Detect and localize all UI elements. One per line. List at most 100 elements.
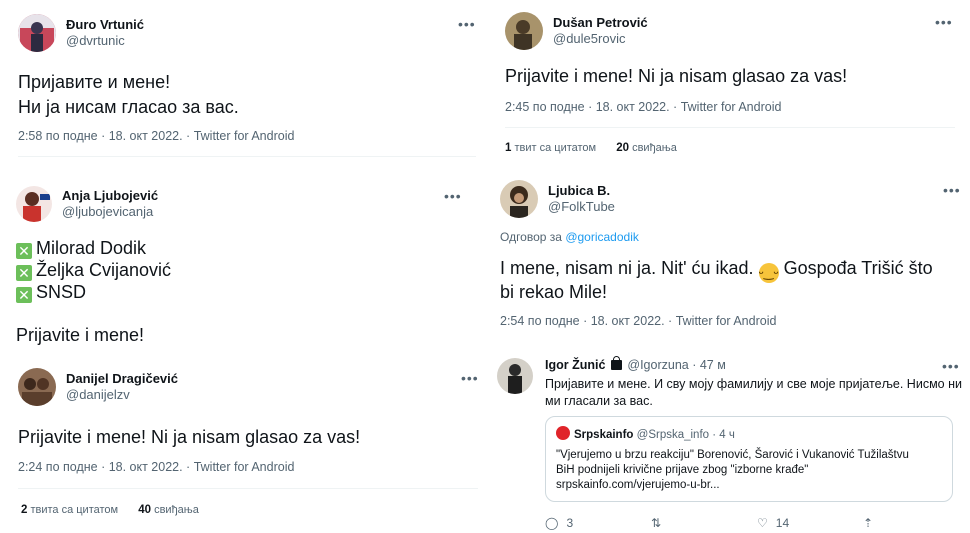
tweet-header: Igor Žunić @Igorzuna · 47 м <box>545 356 726 372</box>
author-name[interactable]: Igor Žunić <box>545 358 605 372</box>
more-options-icon[interactable]: ••• <box>444 188 462 204</box>
share-icon: ⇡ <box>863 516 874 530</box>
tweet-text-line-2: Ни ја нисам гласао за вас. <box>18 97 239 117</box>
list-item-text: Željka Cvijanović <box>36 260 172 280</box>
tweet-meta[interactable]: 2:54 по подне · 18. окт 2022. · Twitter … <box>500 314 776 328</box>
tweet-text: Prijavite i mene! <box>16 325 145 345</box>
tweet-ljubica-b[interactable]: Ljubica B. @FolkTube ••• Одговор за @gor… <box>500 180 960 340</box>
tweet-header: Đuro Vrtunić @dvrtunic <box>18 14 144 52</box>
author-handle[interactable]: @dvrtunic <box>66 33 144 49</box>
author-handle[interactable]: @Igorzuna <box>627 358 688 372</box>
author-name[interactable]: Dušan Petrović <box>553 15 648 31</box>
tweet-anja-ljubojevic[interactable]: Anja Ljubojević @ljubojevicanja ••• ✕ Mil… <box>16 186 471 356</box>
avatar-image <box>16 186 52 222</box>
like-label[interactable]: свиђања <box>632 142 677 154</box>
avatar[interactable] <box>18 368 56 406</box>
reply-count: 3 <box>566 516 574 530</box>
tweet-dusan-petrovic[interactable]: Dušan Petrović @dule5rovic ••• Prijavite… <box>505 12 955 162</box>
reply-button[interactable]: ◯ 3 <box>545 516 651 530</box>
quote-link[interactable]: srpskainfo.com/vjerujemo-u-br... <box>556 478 942 493</box>
retweet-button[interactable]: ⇅ <box>651 516 757 530</box>
quote-count[interactable]: 2 <box>21 504 27 516</box>
author-handle[interactable]: @ljubojevicanja <box>62 204 158 220</box>
tweet-stats: 1 твит са цитатом 20 свиђања <box>505 142 677 154</box>
tweet-text-part: Gospođa Trišić što <box>783 258 933 278</box>
quote-label[interactable]: твит са цитатом <box>514 142 596 154</box>
like-label[interactable]: свиђања <box>154 504 199 516</box>
author-name[interactable]: Danijel Dragičević <box>66 371 178 387</box>
tweet-text-part: I mene, nisam ni ja. Nit' ću ikad. <box>500 258 754 278</box>
author-handle[interactable]: @danijelzv <box>66 387 178 403</box>
avatar-image <box>18 14 56 52</box>
more-options-icon[interactable]: ••• <box>943 182 960 198</box>
tweet-text: Prijavite i mene! Ni ja nisam glasao za … <box>505 66 848 86</box>
tweet-text-line-1: Пријавите и мене! <box>18 72 171 92</box>
cross-mark-icon: ✕ <box>16 287 32 303</box>
quote-time: · 4 ч <box>712 429 735 441</box>
avatar-image <box>505 12 543 50</box>
tweet-meta[interactable]: 2:24 по подне · 18. окт 2022. · Twitter … <box>18 460 294 474</box>
tweet-igor-zunic[interactable]: Igor Žunić @Igorzuna · 47 м ••• Пријавит… <box>497 354 963 533</box>
avatar-image <box>497 358 533 394</box>
tweet-duro-vrtunic[interactable]: Đuro Vrtunić @dvrtunic ••• Пријавите и м… <box>18 14 476 164</box>
quote-header: Srpskainfo @Srpska_info · 4 ч <box>556 426 942 443</box>
cross-mark-icon: ✕ <box>16 265 32 281</box>
tweet-header: Dušan Petrović @dule5rovic <box>505 12 648 50</box>
author-handle[interactable]: @dule5rovic <box>553 31 648 47</box>
tweet-header: Ljubica B. @FolkTube <box>500 180 615 218</box>
like-button[interactable]: ♡ 14 <box>757 516 863 530</box>
lock-icon <box>610 356 622 370</box>
reply-prefix: Одговор за <box>500 230 562 244</box>
tweet-text-line-2: ми гласали за вас. <box>545 394 653 408</box>
quote-count[interactable]: 1 <box>505 142 511 154</box>
author-name[interactable]: Anja Ljubojević <box>62 188 158 204</box>
avatar-image <box>18 368 56 406</box>
quote-author-name[interactable]: Srpskainfo <box>574 429 633 441</box>
share-button[interactable]: ⇡ <box>863 516 963 530</box>
avatar[interactable] <box>500 180 538 218</box>
more-options-icon[interactable]: ••• <box>942 358 960 374</box>
author-handle[interactable]: @FolkTube <box>548 199 615 215</box>
list-item-text: SNSD <box>36 282 87 302</box>
retweet-icon: ⇅ <box>651 516 662 530</box>
author-name[interactable]: Ljubica B. <box>548 183 615 199</box>
tweet-meta[interactable]: 2:58 по подне · 18. окт 2022. · Twitter … <box>18 129 294 143</box>
list-item-text: Milorad Dodik <box>36 238 147 258</box>
like-count[interactable]: 40 <box>138 504 151 516</box>
tweet-time[interactable]: · 47 м <box>692 358 726 372</box>
more-options-icon[interactable]: ••• <box>461 370 478 386</box>
list-item: ✕ SNSD <box>16 280 86 305</box>
tweet-text-line-2: bi rekao Mile! <box>500 282 608 302</box>
tweet-text: Пријавите и мене. И сву моју фамилију и … <box>545 376 962 410</box>
avatar[interactable] <box>18 14 56 52</box>
quote-author-handle[interactable]: @Srpska_info <box>637 429 709 441</box>
author-name[interactable]: Đuro Vrtunić <box>66 17 144 33</box>
tweet-meta[interactable]: 2:45 по подне · 18. окт 2022. · Twitter … <box>505 100 781 114</box>
tweet-actions: ◯ 3 ⇅ ♡ 14 ⇡ <box>545 516 963 530</box>
tweet-header: Danijel Dragičević @danijelzv <box>18 368 178 406</box>
quote-text-line-1: "Vjerujemo u brzu reakciju" Borenović, Š… <box>556 449 909 461</box>
tweet-text: Prijavite i mene! Ni ja nisam glasao za … <box>18 427 361 447</box>
reply-handle-link[interactable]: @goricadodik <box>565 230 639 244</box>
quote-text-line-2: BiH podnijeli krivične prijave zbog "izb… <box>556 464 809 476</box>
cross-mark-icon: ✕ <box>16 243 32 259</box>
quote-label[interactable]: твита са цитатом <box>30 504 118 516</box>
like-count: 14 <box>775 516 790 530</box>
divider <box>18 156 476 157</box>
reply-icon: ◯ <box>545 516 559 530</box>
tweet-stats: 2 твита са цитатом 40 свиђања <box>21 504 199 516</box>
srpskainfo-logo-icon <box>556 426 570 440</box>
grinning-face-icon: ᵕ‿ᵕ <box>758 263 779 283</box>
avatar[interactable] <box>16 186 52 222</box>
tweet-danijel-dragicevic[interactable]: Danijel Dragičević @danijelzv ••• Prijav… <box>18 368 478 528</box>
avatar[interactable] <box>497 358 533 394</box>
more-options-icon[interactable]: ••• <box>458 16 476 32</box>
heart-icon: ♡ <box>757 516 768 530</box>
quoted-tweet-card[interactable]: Srpskainfo @Srpska_info · 4 ч "Vjerujemo… <box>545 416 953 502</box>
more-options-icon[interactable]: ••• <box>935 14 953 30</box>
like-count[interactable]: 20 <box>616 142 629 154</box>
avatar[interactable] <box>505 12 543 50</box>
reply-context: Одговор за @goricadodik <box>500 230 639 244</box>
tweet-text-line-1: Пријавите и мене. И сву моју фамилију и … <box>545 377 962 391</box>
tweet-text-line-1: I mene, nisam ni ja. Nit' ću ikad. ᵕ‿ᵕ G… <box>500 256 933 283</box>
